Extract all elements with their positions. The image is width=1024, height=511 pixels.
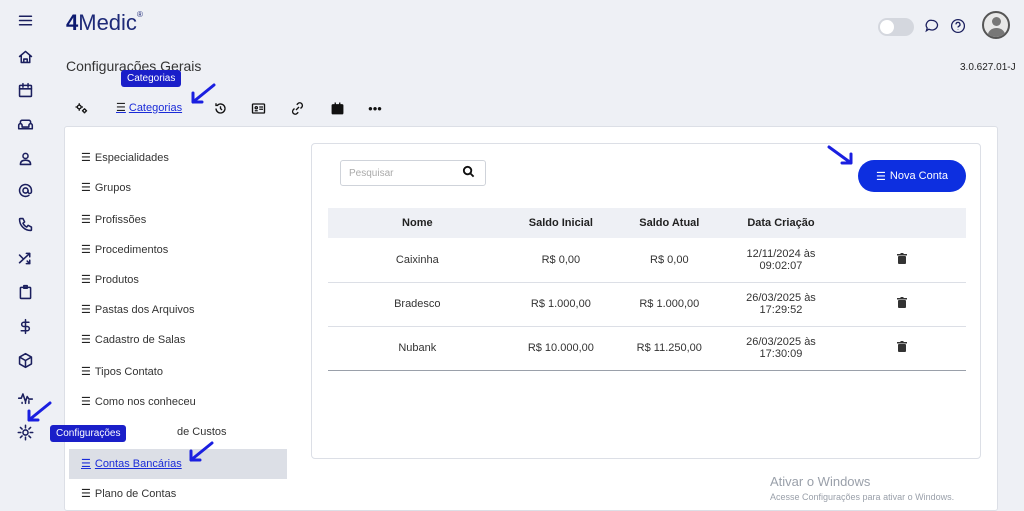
- column-header-actions: [838, 208, 966, 238]
- calendar-icon[interactable]: [15, 80, 35, 100]
- cell-data-criacao: 12/11/2024 às 09:02:07: [723, 238, 839, 283]
- sidebar-item-plano-contas[interactable]: ☰ Plano de Contas: [81, 487, 176, 501]
- column-header-data-criacao[interactable]: Data Criação: [723, 208, 839, 238]
- sidebar-item-contas-bancarias[interactable]: ☰ Contas Bancárias: [81, 457, 182, 471]
- home-icon[interactable]: [15, 46, 35, 66]
- cell-saldo-inicial: R$ 10.000,00: [506, 326, 616, 371]
- list-icon: ☰: [81, 488, 91, 500]
- sidebar-item-produtos[interactable]: ☰ Produtos: [81, 273, 139, 287]
- list-icon: ☰: [81, 244, 91, 256]
- table-row: Caixinha R$ 0,00 R$ 0,00 12/11/2024 às 09…: [328, 238, 966, 283]
- list-icon: ☰: [81, 458, 91, 470]
- cell-saldo-atual: R$ 0,00: [615, 238, 724, 283]
- sofa-icon[interactable]: [15, 114, 35, 134]
- cell-data-criacao: 26/03/2025 às 17:30:09: [723, 326, 839, 371]
- list-icon: ☰: [81, 334, 91, 346]
- new-account-button[interactable]: ☰ Nova Conta: [858, 160, 966, 192]
- tooltip-configuracoes: Configurações: [50, 425, 127, 442]
- list-icon: ☰: [81, 366, 91, 378]
- windows-watermark-subtitle: Acesse Configurações para ativar o Windo…: [770, 492, 955, 502]
- at-icon[interactable]: [15, 180, 35, 200]
- windows-watermark-title: Ativar o Windows: [770, 474, 871, 489]
- phone-icon[interactable]: [15, 214, 35, 234]
- main-area: 4Medic® Configurações Gerais 3.0.627.01-…: [50, 0, 1024, 511]
- sidebar-item-centro-custos[interactable]: de Custos: [177, 426, 227, 438]
- list-icon: ☰: [81, 152, 91, 164]
- search-icon[interactable]: [462, 165, 476, 179]
- settings-tab-icon[interactable]: [72, 100, 90, 116]
- sidebar-item-especialidades[interactable]: ☰ Especialidades: [81, 151, 169, 165]
- delete-icon[interactable]: [838, 326, 966, 371]
- list-icon: ☰: [81, 214, 91, 226]
- menu-icon[interactable]: [15, 10, 35, 30]
- sidebar-item-grupos[interactable]: ☰ Grupos: [81, 181, 131, 195]
- user-icon[interactable]: [15, 148, 35, 168]
- sidebar-item-pastas[interactable]: ☰ Pastas dos Arquivos: [81, 303, 195, 317]
- accounts-table: Nome Saldo Inicial Saldo Atual Data Cria…: [328, 208, 966, 371]
- more-icon[interactable]: •••: [366, 100, 384, 116]
- cell-nome: Nubank: [328, 326, 507, 371]
- id-card-tab-icon[interactable]: [249, 100, 267, 116]
- cell-saldo-inicial: R$ 1.000,00: [506, 282, 616, 327]
- delete-icon[interactable]: [838, 282, 966, 327]
- chat-icon[interactable]: [922, 16, 942, 36]
- dollar-icon[interactable]: [15, 316, 35, 336]
- box-icon[interactable]: [15, 350, 35, 370]
- version-label: 3.0.627.01-J: [960, 62, 1016, 73]
- annotation-arrow: [186, 440, 216, 469]
- app-logo[interactable]: 4Medic®: [66, 10, 143, 36]
- list-icon: ☰: [81, 274, 91, 286]
- column-header-saldo-atual[interactable]: Saldo Atual: [615, 208, 724, 238]
- sidebar-item-profissoes[interactable]: ☰ Profissões: [81, 213, 146, 227]
- clipboard-icon[interactable]: [15, 282, 35, 302]
- annotation-arrow: [826, 144, 856, 173]
- delete-icon[interactable]: [838, 238, 966, 283]
- help-icon[interactable]: [948, 16, 968, 36]
- sidebar-item-como-conheceu[interactable]: ☰ Como nos conheceu: [81, 395, 196, 409]
- sidebar-item-salas[interactable]: ☰ Cadastro de Salas: [81, 333, 185, 347]
- list-icon: ☰: [81, 304, 91, 316]
- column-header-saldo-inicial[interactable]: Saldo Inicial: [506, 208, 616, 238]
- table-row: Nubank R$ 10.000,00 R$ 11.250,00 26/03/2…: [328, 326, 966, 371]
- calendar-tab-icon[interactable]: [328, 100, 346, 116]
- table-header-row: Nome Saldo Inicial Saldo Atual Data Cria…: [328, 208, 966, 238]
- theme-toggle[interactable]: [878, 18, 914, 36]
- cell-nome: Caixinha: [328, 238, 507, 283]
- accounts-panel: ☰ Nova Conta Nome Saldo Inicial Saldo At…: [311, 143, 981, 459]
- left-rail: [0, 0, 50, 511]
- column-header-nome[interactable]: Nome: [328, 208, 507, 238]
- link-tab-icon[interactable]: [288, 100, 306, 116]
- annotation-arrow: [188, 82, 218, 111]
- table-row: Bradesco R$ 1.000,00 R$ 1.000,00 26/03/2…: [328, 282, 966, 327]
- list-icon: ☰: [81, 182, 91, 194]
- cell-nome: Bradesco: [328, 282, 507, 327]
- tooltip-categorias: Categorias: [121, 70, 182, 87]
- shuffle-icon[interactable]: [15, 248, 35, 268]
- annotation-arrow: [24, 400, 54, 429]
- tab-categorias[interactable]: ☰ Categorias: [116, 101, 182, 115]
- sidebar-item-procedimentos[interactable]: ☰ Procedimentos: [81, 243, 168, 257]
- cell-data-criacao: 26/03/2025 às 17:29:52: [723, 282, 839, 327]
- cell-saldo-atual: R$ 11.250,00: [615, 326, 724, 371]
- list-icon: ☰: [116, 102, 126, 114]
- avatar[interactable]: [982, 11, 1010, 39]
- cell-saldo-atual: R$ 1.000,00: [615, 282, 724, 327]
- list-icon: ☰: [81, 396, 91, 408]
- cell-saldo-inicial: R$ 0,00: [506, 238, 616, 283]
- sidebar-item-tipos-contato[interactable]: ☰ Tipos Contato: [81, 365, 163, 379]
- top-bar: 4Medic®: [50, 0, 1024, 48]
- list-icon: ☰: [876, 170, 886, 183]
